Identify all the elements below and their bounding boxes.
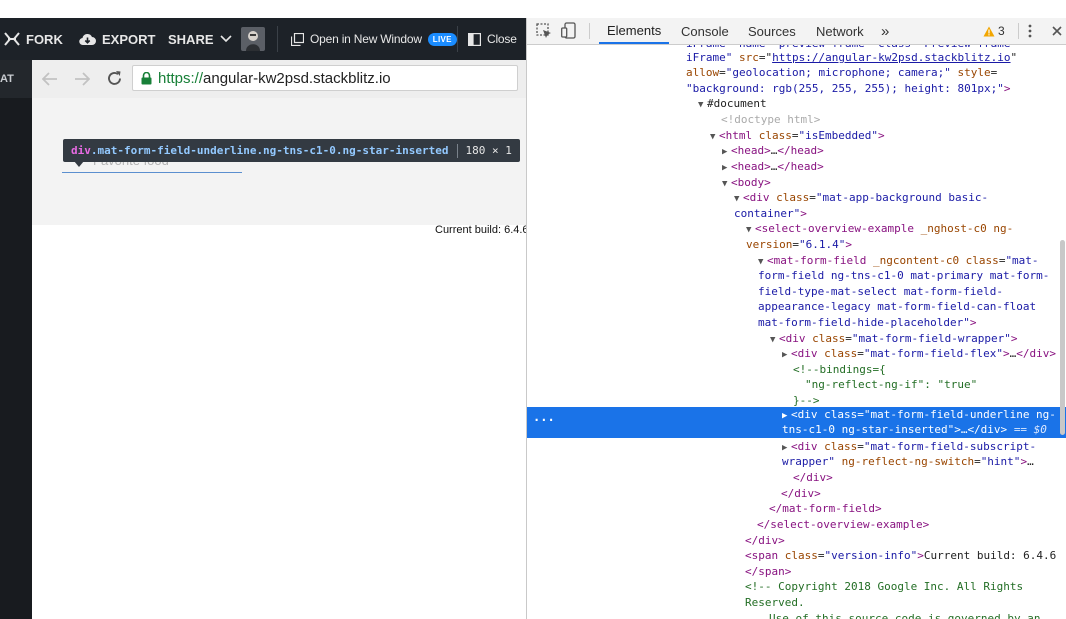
- form-field-underline[interactable]: [62, 172, 242, 173]
- dom-node[interactable]: <!-- Copyright 2018 Google Inc. All Righ…: [745, 579, 1023, 595]
- warning-icon: [983, 26, 995, 36]
- forward-arrow-icon[interactable]: [74, 72, 90, 86]
- tab-network[interactable]: Network: [816, 18, 864, 44]
- dom-node[interactable]: "ng-reflect-ng-if": "true": [805, 377, 977, 393]
- share-button[interactable]: SHARE: [168, 18, 232, 60]
- dom-node[interactable]: appearance-legacy mat-form-field-can-flo…: [758, 299, 1036, 315]
- open-new-window-button[interactable]: Open in New Window LIVE: [291, 18, 457, 60]
- dom-node[interactable]: allow="geolocation; microphone; camera;"…: [686, 65, 997, 81]
- inspect-element-icon[interactable]: [536, 23, 552, 39]
- cloud-download-icon: [79, 33, 96, 45]
- dom-node[interactable]: ▶ <div class="mat-form-field-flex">…</div…: [782, 346, 1056, 364]
- fork-icon: [4, 32, 20, 46]
- export-label: EXPORT: [102, 31, 156, 47]
- dom-node[interactable]: <!doctype html>: [721, 112, 820, 128]
- toolbar-separator: [277, 26, 278, 52]
- device-toolbar-icon[interactable]: [561, 22, 577, 39]
- top-strip: [0, 0, 527, 18]
- element-inspect-tooltip: div .mat-form-field-underline.ng-tns-c1-0…: [63, 139, 520, 162]
- back-arrow-icon[interactable]: [42, 72, 58, 86]
- avatar-icon: [241, 27, 265, 51]
- url-host: angular-kw2psd.stackblitz.io: [203, 69, 391, 87]
- preview-page: [32, 225, 526, 619]
- close-button[interactable]: Close: [468, 18, 517, 60]
- close-devtools-icon[interactable]: [1052, 26, 1062, 36]
- dom-node[interactable]: Use of this source code is governed by a…: [769, 611, 1041, 619]
- dom-node[interactable]: <!--bindings={: [793, 362, 886, 378]
- dom-node[interactable]: version="6.1.4">: [746, 237, 852, 253]
- dom-node[interactable]: iFrame" src="https://angular-kw2psd.stac…: [686, 50, 1017, 66]
- devtools-separator: [1018, 23, 1019, 39]
- url-scheme: https://: [158, 69, 204, 87]
- tooltip-arrow: [74, 161, 84, 167]
- dom-node[interactable]: field-type-mat-select mat-form-field-: [758, 284, 1003, 300]
- kebab-menu-icon[interactable]: [1027, 24, 1033, 38]
- dom-node[interactable]: </select-overview-example>: [757, 517, 929, 533]
- fork-label: FORK: [26, 31, 63, 47]
- tab-console[interactable]: Console: [681, 18, 729, 44]
- lock-icon: [141, 71, 152, 84]
- tooltip-class: .mat-form-field-underline.ng-tns-c1-0.ng…: [90, 144, 449, 157]
- dark-sidebar: [0, 98, 32, 619]
- open-new-window-label: Open in New Window: [310, 32, 422, 46]
- close-panel-icon: [468, 32, 481, 46]
- stackblitz-toolbar: FORK EXPORT SHARE Open in New Window LIV…: [0, 18, 527, 60]
- sidebar-header-label: AT: [0, 73, 14, 85]
- tooltip-tag: div: [71, 144, 91, 157]
- user-avatar[interactable]: [241, 18, 265, 60]
- more-options-icon[interactable]: ···: [533, 413, 555, 429]
- url-bar[interactable]: https://angular-kw2psd.stackblitz.io: [132, 65, 518, 91]
- elements-tree: iFrame" name="preview-frame" class="Prev…: [527, 45, 1066, 619]
- more-tabs-button[interactable]: »: [881, 18, 889, 44]
- devtools-toolbar: Elements Console Sources Network » 3: [527, 18, 1066, 45]
- dom-node[interactable]: </div>: [793, 470, 833, 486]
- tooltip-separator: [456, 143, 458, 158]
- dom-node[interactable]: ▶ <head>…</head>: [722, 159, 824, 177]
- dom-node[interactable]: </span>: [745, 564, 791, 580]
- dom-node[interactable]: </mat-form-field>: [769, 501, 882, 517]
- chevron-down-icon: [219, 35, 232, 43]
- warnings-counter[interactable]: 3: [983, 18, 1005, 44]
- dom-node[interactable]: "background: rgb(255, 255, 255); height:…: [686, 81, 1011, 97]
- export-button[interactable]: EXPORT: [79, 18, 155, 60]
- tab-sources[interactable]: Sources: [748, 18, 796, 44]
- devtools-separator: [589, 23, 590, 39]
- sidebar-header: AT: [0, 60, 32, 98]
- selected-dom-node[interactable]: ··· ▶ <div class="mat-form-field-underlin…: [527, 407, 1066, 438]
- dom-node[interactable]: ▼ <div class="mat-app-background basic-: [734, 190, 988, 208]
- toolbar-separator: [457, 26, 458, 52]
- dom-node[interactable]: container">: [734, 206, 807, 222]
- selected-node-ref: == $0: [1013, 423, 1047, 436]
- close-label: Close: [487, 32, 517, 46]
- dom-node[interactable]: form-field ng-tns-c1-0 mat-primary mat-f…: [758, 268, 1049, 284]
- dom-node[interactable]: wrapper" ng-reflect-ng-switch="hint">…: [782, 454, 1034, 470]
- version-info: Current build: 6.4.6: [435, 224, 529, 236]
- tab-elements[interactable]: Elements: [599, 18, 670, 44]
- tooltip-size: 180 × 1: [465, 144, 512, 157]
- dom-node[interactable]: ▼ <select-overview-example _nghost-c0 ng-: [746, 221, 1013, 239]
- dom-node[interactable]: ▶ <head>…</head>: [722, 143, 824, 161]
- external-window-icon: [291, 32, 304, 46]
- dom-node[interactable]: <span class="version-info">Current build…: [745, 548, 1056, 564]
- share-label: SHARE: [168, 31, 214, 47]
- warnings-count: 3: [998, 24, 1005, 38]
- dom-node[interactable]: </div>: [781, 486, 821, 502]
- dom-node[interactable]: mat-form-field-hide-placeholder">: [758, 315, 977, 331]
- reload-icon[interactable]: [106, 70, 123, 87]
- devtools-scrollbar[interactable]: [1060, 240, 1065, 435]
- dom-node[interactable]: Reserved.: [745, 595, 805, 611]
- dom-node[interactable]: </div>: [745, 533, 785, 549]
- live-badge: LIVE: [427, 32, 457, 46]
- fork-button[interactable]: FORK: [4, 18, 63, 60]
- dom-node[interactable]: ▼ #document: [698, 96, 767, 114]
